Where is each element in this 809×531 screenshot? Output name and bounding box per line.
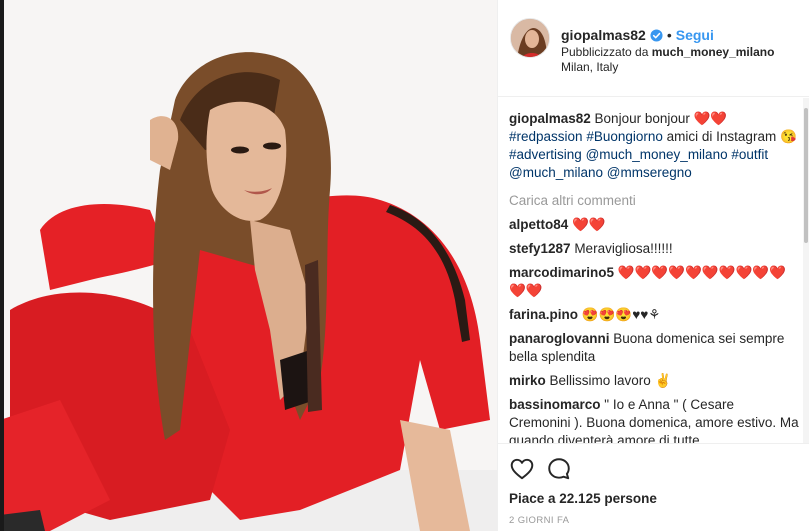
left-edge-strip (0, 0, 4, 531)
mention-link[interactable]: @much_milano (509, 165, 603, 180)
hashtag-link[interactable]: #outfit (731, 147, 768, 162)
comment-text: Bellissimo lavoro ✌ (545, 373, 672, 388)
mention-link[interactable]: @much_money_milano (586, 147, 728, 162)
comment-item: mirko Bellissimo lavoro ✌ (509, 372, 799, 390)
comment-item: panaroglovanni Buona domenica sei sempre… (509, 330, 799, 366)
comment-item: farina.pino 😍😍😍♥♥⚘ (509, 306, 799, 324)
caption-text-2: amici di Instagram 😘 (662, 129, 797, 144)
post-photo[interactable] (0, 0, 497, 531)
heart-icon[interactable] (509, 456, 535, 482)
comment-username[interactable]: mirko (509, 373, 546, 388)
location-link[interactable]: Milan, Italy (561, 60, 618, 74)
comments-scrollbar-thumb[interactable] (804, 108, 808, 243)
caption-username[interactable]: giopalmas82 (509, 111, 591, 126)
verified-badge-icon (650, 28, 663, 42)
comment-username[interactable]: marcodimarino5 (509, 265, 614, 280)
comment-username[interactable]: stefy1287 (509, 241, 571, 256)
comment-username[interactable]: farina.pino (509, 307, 578, 322)
caption-text-1: Bonjour bonjour ❤️❤️ (590, 111, 728, 126)
comment-text: Meravigliosa!!!!!! (570, 241, 673, 256)
comment-item: alpetto84 ❤️❤️ (509, 216, 799, 234)
likes-count[interactable]: Piace a 22.125 persone (509, 491, 657, 506)
sponsored-line: Pubblicizzato da much_money_milano (561, 45, 774, 59)
mention-link[interactable]: @mmseregno (607, 165, 692, 180)
load-more-comments-button[interactable]: Carica altri commenti (509, 192, 799, 210)
sponsor-link[interactable]: much_money_milano (652, 45, 775, 59)
follow-button[interactable]: Segui (676, 27, 714, 43)
avatar-image (511, 19, 549, 57)
comment-bubble-icon[interactable] (546, 456, 572, 482)
comments-section[interactable]: giopalmas82 Bonjour bonjour ❤️❤️ #redpas… (498, 98, 809, 443)
comment-text: 😍😍😍♥♥⚘ (578, 307, 661, 322)
comment-text: ❤️❤️ (568, 217, 606, 232)
post-photo-image (0, 0, 497, 531)
comment-username[interactable]: alpetto84 (509, 217, 568, 232)
author-avatar[interactable] (510, 18, 550, 58)
comment-item: stefy1287 Meravigliosa!!!!!! (509, 240, 799, 258)
sponsored-label: Pubblicizzato da (561, 45, 652, 59)
comment-username[interactable]: bassinomarco (509, 397, 601, 412)
comment-item: bassinomarco " Io e Anna " ( Cesare Crem… (509, 396, 799, 443)
author-username[interactable]: giopalmas82 (561, 27, 646, 43)
comments-list: giopalmas82 Bonjour bonjour ❤️❤️ #redpas… (509, 110, 799, 443)
post-timestamp[interactable]: 2 GIORNI FA (509, 515, 569, 526)
hashtag-link[interactable]: #redpassion (509, 129, 583, 144)
post-details-panel: giopalmas82 • Segui Pubblicizzato da muc… (497, 0, 809, 531)
hashtag-link[interactable]: #Buongiorno (586, 129, 663, 144)
header-line-1: giopalmas82 • Segui (561, 27, 714, 43)
separator-dot: • (666, 27, 672, 43)
hashtag-link[interactable]: #advertising (509, 147, 582, 162)
comment-item: marcodimarino5 ❤️❤️❤️❤️❤️❤️❤️❤️❤️❤️❤️❤️ (509, 264, 799, 300)
post-caption: giopalmas82 Bonjour bonjour ❤️❤️ #redpas… (509, 110, 799, 182)
comment-username[interactable]: panaroglovanni (509, 331, 610, 346)
post-header: giopalmas82 • Segui Pubblicizzato da muc… (498, 0, 809, 97)
post-actions: Piace a 22.125 persone 2 GIORNI FA (498, 443, 809, 531)
